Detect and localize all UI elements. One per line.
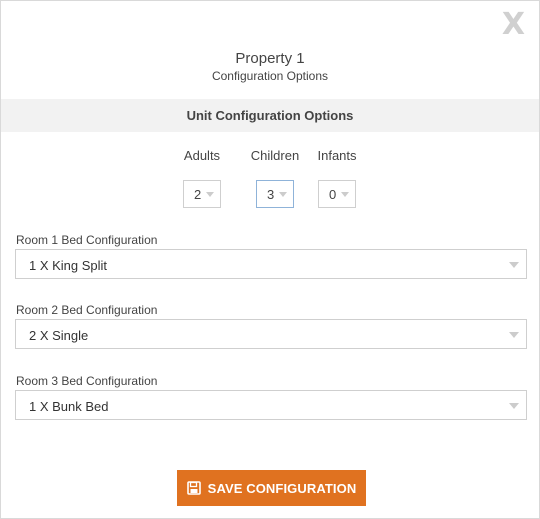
property-title: Property 1	[235, 50, 305, 67]
adults-select[interactable]: 2	[183, 180, 221, 208]
infants-select[interactable]: 0	[318, 180, 356, 208]
room-3-label: Room 3 Bed Configuration	[16, 374, 158, 388]
room-1-value: 1 X King Split	[29, 258, 108, 273]
configuration-modal: X Property 1 Configuration Options Unit …	[0, 0, 540, 519]
infants-group: Infants 0	[307, 148, 367, 208]
chevron-down-icon	[509, 332, 519, 338]
section-header: Unit Configuration Options	[1, 99, 539, 132]
children-select[interactable]: 3	[256, 180, 294, 208]
room-3-bed-select[interactable]: 1 X Bunk Bed	[15, 390, 527, 420]
section-title: Unit Configuration Options	[186, 108, 354, 123]
chevron-down-icon	[509, 403, 519, 409]
chevron-down-icon	[509, 262, 519, 268]
property-subtitle: Configuration Options	[211, 69, 329, 83]
close-button[interactable]: X	[502, 7, 525, 43]
room-2-value: 2 X Single	[29, 328, 89, 343]
floppy-disk-icon	[186, 481, 201, 495]
chevron-down-icon	[279, 192, 287, 197]
adults-label: Adults	[183, 148, 221, 163]
children-label: Children	[250, 148, 300, 163]
children-value: 3	[267, 187, 275, 202]
chevron-down-icon	[341, 192, 349, 197]
room-2-label: Room 2 Bed Configuration	[16, 303, 158, 317]
children-group: Children 3	[245, 148, 305, 208]
save-configuration-button[interactable]: SAVE CONFIGURATION	[177, 470, 366, 506]
room-1-label: Room 1 Bed Configuration	[16, 233, 158, 247]
infants-label: Infants	[317, 148, 357, 163]
adults-group: Adults 2	[172, 148, 232, 208]
infants-value: 0	[329, 187, 337, 202]
room-2-bed-select[interactable]: 2 X Single	[15, 319, 527, 349]
chevron-down-icon	[206, 192, 214, 197]
adults-value: 2	[194, 187, 202, 202]
save-button-label: SAVE CONFIGURATION	[207, 480, 357, 496]
room-1-bed-select[interactable]: 1 X King Split	[15, 249, 527, 279]
room-3-value: 1 X Bunk Bed	[29, 399, 109, 414]
